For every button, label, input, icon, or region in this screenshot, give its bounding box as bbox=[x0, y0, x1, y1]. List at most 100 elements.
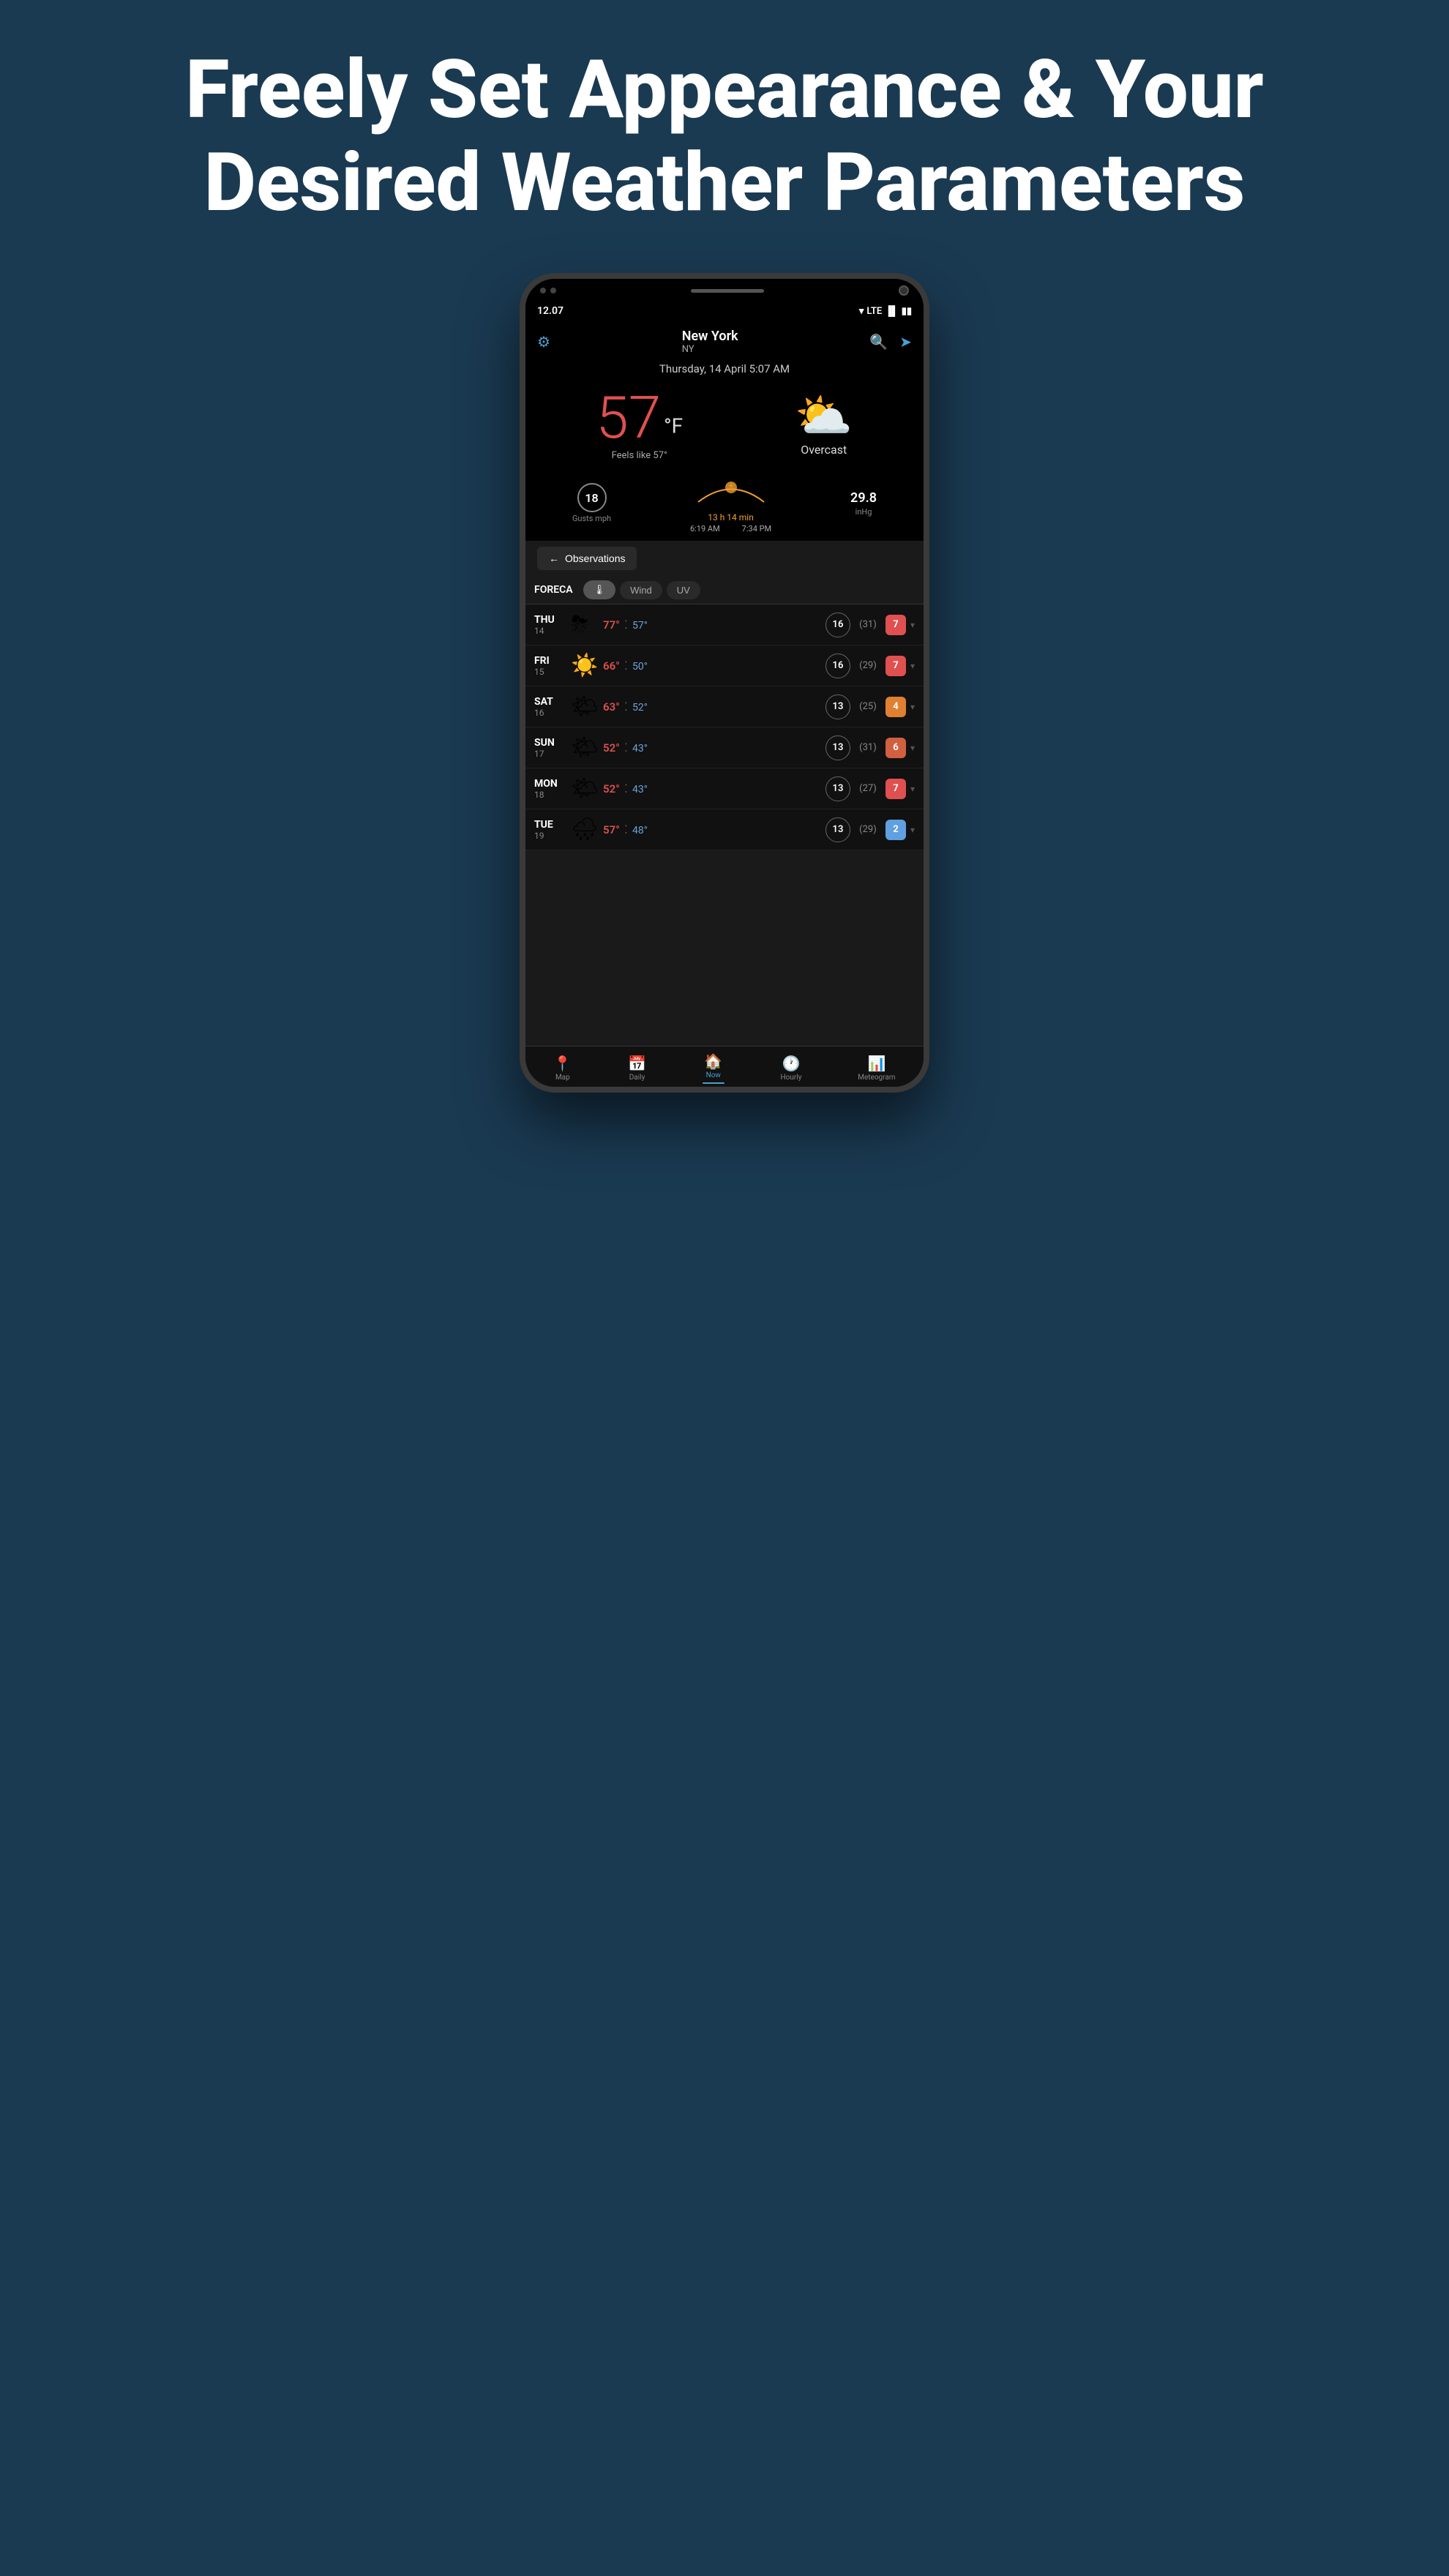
phone-notch-bar bbox=[525, 279, 924, 302]
svg-text:☀: ☀ bbox=[728, 483, 734, 490]
day-col: THU 14 bbox=[534, 614, 566, 636]
low-temp: 57° bbox=[632, 620, 648, 632]
temperature-display: 57 °F bbox=[596, 389, 683, 447]
tab-uv[interactable]: UV bbox=[667, 581, 700, 599]
home-icon: 🏠 bbox=[704, 1052, 722, 1070]
wind-mph: (25) bbox=[855, 701, 881, 712]
wind-circle: 13 bbox=[825, 694, 850, 719]
nav-item-hourly[interactable]: 🕐 Hourly bbox=[781, 1055, 802, 1082]
gear-icon[interactable]: ⚙ bbox=[537, 333, 550, 351]
day-name: SUN bbox=[534, 737, 566, 749]
temp-unit: °F bbox=[664, 414, 683, 438]
phone-dot-2 bbox=[550, 288, 556, 293]
nav-label-meteogram: Meteogram bbox=[858, 1074, 895, 1082]
back-arrow: ← bbox=[549, 553, 559, 564]
uv-badge: 2 bbox=[886, 820, 906, 840]
table-row[interactable]: SAT 16 🌤 63° ⁚ 52° 13 (25) 4 ▾ bbox=[525, 686, 924, 727]
day-name: MON bbox=[534, 778, 566, 790]
day-num: 14 bbox=[534, 626, 566, 636]
wind-circle: 13 bbox=[825, 735, 850, 760]
gust-circle: 18 bbox=[577, 483, 607, 512]
nav-label-hourly: Hourly bbox=[781, 1074, 802, 1082]
wind-circle: 13 bbox=[825, 817, 850, 842]
day-num: 18 bbox=[534, 790, 566, 800]
gust-label: Gusts mph bbox=[572, 514, 611, 523]
table-row[interactable]: MON 18 🌤 52° ⁚ 43° 13 (27) 7 ▾ bbox=[525, 768, 924, 809]
date-text: Thursday, 14 April 5:07 AM bbox=[659, 362, 790, 375]
nav-label-map: Map bbox=[555, 1074, 570, 1082]
table-row[interactable]: TUE 19 🌧 57° ⁚ 48° 13 (29) 2 ▾ bbox=[525, 809, 924, 850]
day-col: SAT 16 bbox=[534, 696, 566, 718]
date-bar: Thursday, 14 April 5:07 AM bbox=[525, 359, 924, 381]
forecast-list: THU 14 ⛈ 77° ⁚ 57° 16 (31) 7 ▾ FRI 15 bbox=[525, 604, 924, 850]
forecast-tabs-header: FORECA 🌡 Wind UV bbox=[525, 576, 924, 604]
pressure-value: 29.8 bbox=[850, 490, 877, 506]
sunrise-time: 6:19 AM bbox=[690, 524, 720, 533]
phone-dot-1 bbox=[540, 288, 546, 293]
tab-thermometer[interactable]: 🌡 bbox=[583, 580, 616, 599]
location-state: NY bbox=[682, 344, 738, 355]
low-temp: 43° bbox=[632, 743, 648, 755]
weather-icon: ⛈ bbox=[571, 612, 599, 637]
day-name: THU bbox=[534, 614, 566, 626]
location-name: New York bbox=[682, 329, 738, 344]
location-info: New York NY bbox=[682, 329, 738, 355]
high-temp: 66° bbox=[603, 659, 620, 673]
battery-icon: ▮▮ bbox=[902, 306, 912, 317]
table-row[interactable]: THU 14 ⛈ 77° ⁚ 57° 16 (31) 7 ▾ bbox=[525, 604, 924, 645]
wind-circle: 13 bbox=[825, 776, 850, 801]
uv-badge: 6 bbox=[886, 738, 906, 758]
low-temp: 48° bbox=[632, 825, 648, 836]
uv-badge: 7 bbox=[886, 656, 906, 676]
table-row[interactable]: SUN 17 🌤 52° ⁚ 43° 13 (31) 6 ▾ bbox=[525, 727, 924, 768]
compass-icon[interactable]: ➤ bbox=[899, 333, 912, 351]
chevron-icon: ▾ bbox=[910, 825, 915, 835]
temps-col: 63° ⁚ 52° bbox=[603, 700, 821, 714]
day-col: SUN 17 bbox=[534, 737, 566, 759]
nav-label-now: Now bbox=[706, 1071, 721, 1079]
pressure-detail: 29.8 inHg bbox=[850, 490, 877, 517]
weather-details: 18 Gusts mph ☀ 13 h 14 min 6:19 AM 7:34 … bbox=[525, 467, 924, 541]
weather-icon: 🌧 bbox=[571, 817, 599, 842]
low-temp: 43° bbox=[632, 784, 648, 795]
high-temp: 77° bbox=[603, 618, 620, 632]
nav-label-daily: Daily bbox=[629, 1074, 645, 1082]
sun-arc: ☀ 13 h 14 min 6:19 AM 7:34 PM bbox=[690, 473, 771, 533]
nav-item-meteogram[interactable]: 📊 Meteogram bbox=[858, 1055, 895, 1082]
search-icon[interactable]: 🔍 bbox=[869, 333, 888, 351]
nav-item-map[interactable]: 📍 Map bbox=[553, 1055, 572, 1082]
temp-value: 57 bbox=[596, 383, 661, 452]
wifi-icon: ▾ bbox=[859, 306, 864, 317]
uv-badge: 4 bbox=[886, 697, 906, 717]
chevron-icon: ▾ bbox=[910, 743, 915, 753]
chevron-icon: ▾ bbox=[910, 784, 915, 794]
gusts-detail: 18 Gusts mph bbox=[572, 483, 611, 523]
observations-button[interactable]: ← Observations bbox=[537, 547, 637, 570]
status-right: ▾ LTE ▐▌ ▮▮ bbox=[859, 305, 912, 317]
day-col: TUE 19 bbox=[534, 819, 566, 841]
app-header: ⚙ New York NY 🔍 ➤ bbox=[525, 321, 924, 359]
nav-item-daily[interactable]: 📅 Daily bbox=[628, 1055, 646, 1082]
weather-icon: 🌤 bbox=[571, 735, 599, 760]
weather-icon: ☀️ bbox=[571, 653, 599, 678]
condition-section: ⛅ Overcast bbox=[795, 393, 853, 457]
day-num: 16 bbox=[534, 708, 566, 718]
temps-col: 52° ⁚ 43° bbox=[603, 782, 821, 795]
high-temp: 52° bbox=[603, 741, 620, 755]
wind-mph: (31) bbox=[855, 742, 881, 753]
high-temp: 63° bbox=[603, 700, 620, 714]
temps-col: 77° ⁚ 57° bbox=[603, 618, 821, 632]
wind-circle: 16 bbox=[825, 654, 850, 678]
status-time: 12.07 bbox=[537, 305, 564, 317]
wind-mph: (29) bbox=[855, 660, 881, 671]
temps-col: 66° ⁚ 50° bbox=[603, 659, 821, 673]
nav-item-now[interactable]: 🏠 Now bbox=[703, 1052, 724, 1084]
tab-wind[interactable]: Wind bbox=[620, 581, 662, 599]
table-row[interactable]: FRI 15 ☀️ 66° ⁚ 50° 16 (29) 7 ▾ bbox=[525, 645, 924, 686]
phone-speaker bbox=[691, 289, 764, 293]
wind-circle: 16 bbox=[825, 613, 850, 637]
wind-mph: (27) bbox=[855, 783, 881, 794]
temps-col: 52° ⁚ 43° bbox=[603, 741, 821, 755]
observations-bar: ← Observations bbox=[525, 541, 924, 576]
header-icons: 🔍 ➤ bbox=[869, 333, 912, 351]
